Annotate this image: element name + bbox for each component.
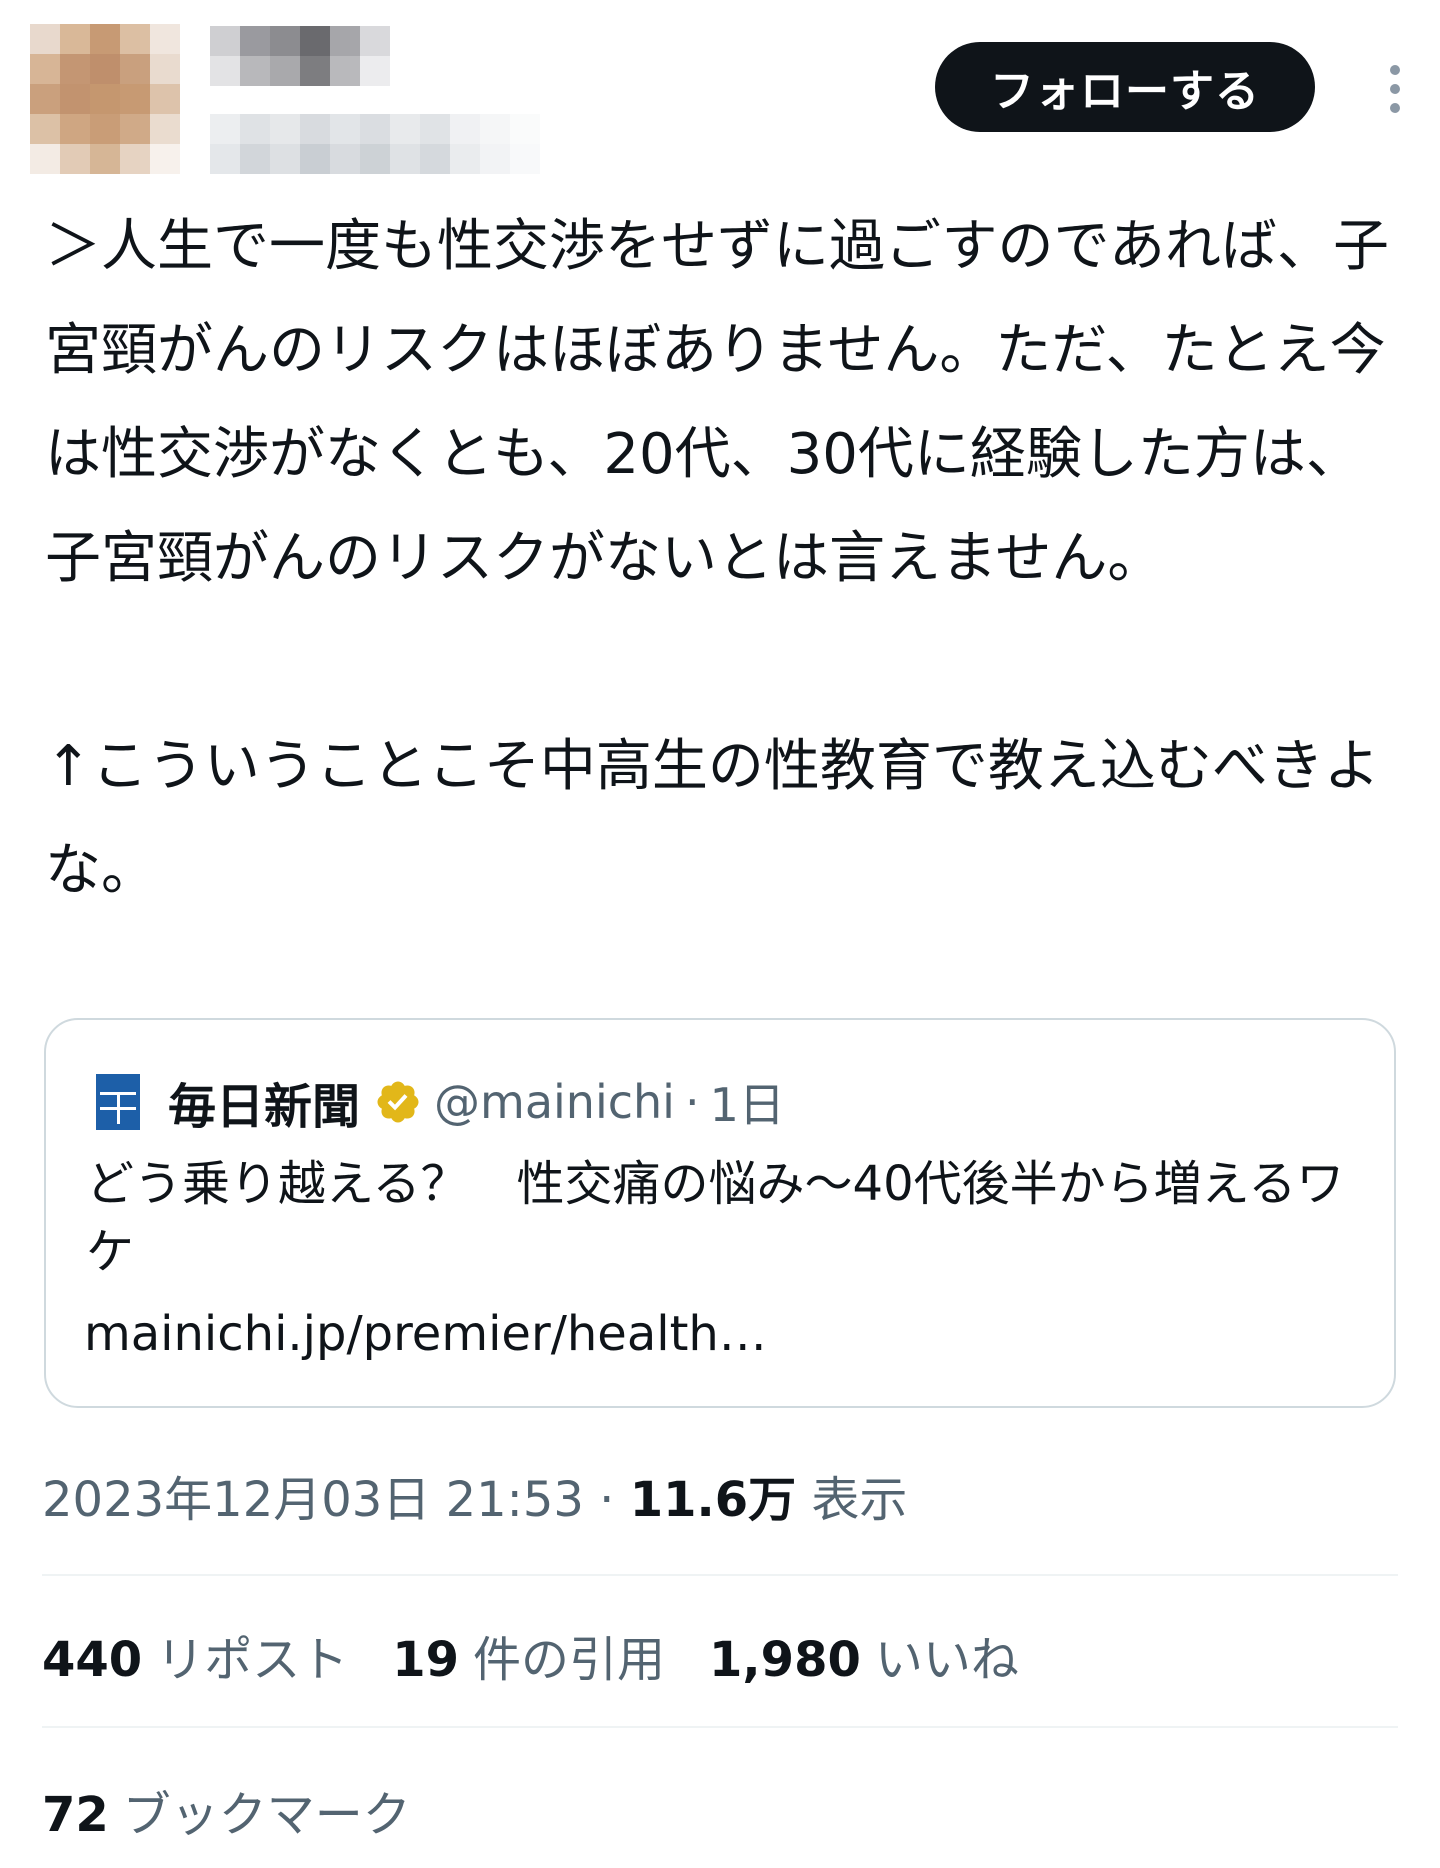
avatar[interactable] [30, 24, 180, 174]
tweet-datetime[interactable]: 2023年12月03日 21:53 [42, 1472, 584, 1528]
bookmarks-stat[interactable]: 72 ブックマーク [42, 1775, 411, 1845]
tweet-detail-page: フォローする ＞人生で一度も性交渉をせずに過ごすのであれば、子宮頸がんのリスクは… [0, 0, 1440, 1868]
likes-stat[interactable]: 1,980 いいね [709, 1620, 1019, 1690]
tweet-header: フォローする [30, 24, 1410, 184]
views-label: 表示 [811, 1472, 908, 1528]
tweet-meta: 2023年12月03日 21:53 · 11.6万 表示 [42, 1460, 907, 1530]
username-blurred [210, 114, 540, 174]
quoted-separator: · [684, 1075, 700, 1129]
quoted-tweet-header: 毎日新聞 @mainichi · 1日 [96, 1072, 785, 1135]
divider [42, 1726, 1398, 1728]
tweet-text: ＞人生で一度も性交渉をせずに過ごすのであれば、子宮頸がんのリスクはほぼありません… [45, 214, 1389, 903]
verified-badge-icon [377, 1081, 419, 1123]
bookmarks-label: ブックマーク [122, 1787, 411, 1843]
quoted-tweet-link[interactable]: mainichi.jp/premier/health… [84, 1300, 1364, 1368]
follow-button[interactable]: フォローする [935, 42, 1315, 132]
quotes-label: 件の引用 [473, 1632, 666, 1688]
quoted-author-handle: @mainichi [434, 1075, 675, 1129]
reposts-stat[interactable]: 440 リポスト [42, 1620, 348, 1690]
likes-count: 1,980 [709, 1632, 861, 1688]
likes-label: いいね [874, 1632, 1019, 1688]
quoted-tweet-text: どう乗り越える？ 性交痛の悩み～40代後半から増えるワケ [86, 1156, 1345, 1280]
engagement-stats: 440 リポスト 19 件の引用 1,980 いいね [42, 1620, 1019, 1690]
quoted-author-name: 毎日新聞 [168, 1079, 361, 1135]
bookmarks-count: 72 [42, 1787, 109, 1843]
quoted-timestamp: 1日 [709, 1078, 785, 1132]
reposts-label: リポスト [156, 1632, 349, 1688]
mainichi-logo-icon [96, 1074, 140, 1130]
reposts-count: 440 [42, 1632, 143, 1688]
meta-separator: · [599, 1472, 615, 1528]
quotes-stat[interactable]: 19 件の引用 [392, 1620, 665, 1690]
more-vertical-icon[interactable] [1365, 54, 1425, 124]
display-name-blurred[interactable] [210, 26, 390, 86]
divider [42, 1574, 1398, 1576]
quotes-count: 19 [392, 1632, 460, 1688]
views-count: 11.6万 [629, 1472, 797, 1528]
